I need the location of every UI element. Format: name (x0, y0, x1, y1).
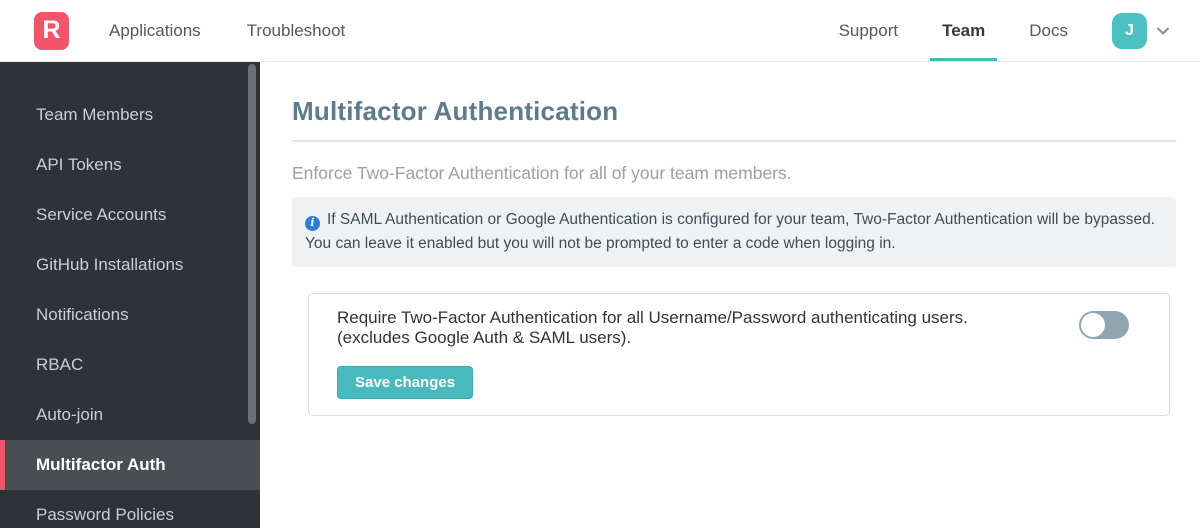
nav-link-applications[interactable]: Applications (109, 21, 201, 41)
setting-card: Require Two-Factor Authentication for al… (308, 293, 1170, 416)
nav-tab-team[interactable]: Team (930, 0, 998, 61)
settings-sidebar: Team Members API Tokens Service Accounts… (0, 62, 260, 528)
setting-label-line2: (excludes Google Auth & SAML users). (337, 328, 632, 347)
sidebar-item-rbac[interactable]: RBAC (0, 340, 260, 390)
chevron-down-icon (1154, 22, 1172, 40)
info-icon (305, 215, 320, 231)
sidebar-item-auto-join[interactable]: Auto-join (0, 390, 260, 440)
secondary-nav: Support Team Docs J (839, 0, 1172, 61)
primary-nav: Applications Troubleshoot (109, 21, 345, 41)
rollbar-logo[interactable]: R (34, 11, 69, 50)
sidebar-menu: Team Members API Tokens Service Accounts… (0, 90, 260, 528)
page-description: Enforce Two-Factor Authentication for al… (292, 163, 792, 183)
top-navbar: R Applications Troubleshoot Support Team… (0, 0, 1200, 62)
sidebar-item-service-accounts[interactable]: Service Accounts (0, 190, 260, 240)
sidebar-item-github-installations[interactable]: GitHub Installations (0, 240, 260, 290)
page-title: Multifactor Authentication (292, 96, 619, 126)
nav-link-docs[interactable]: Docs (1029, 0, 1068, 61)
sidebar-item-notifications[interactable]: Notifications (0, 290, 260, 340)
page-layout: Team Members API Tokens Service Accounts… (0, 62, 1200, 528)
info-banner: If SAML Authentication or Google Authent… (292, 197, 1176, 267)
nav-link-support[interactable]: Support (839, 0, 899, 61)
sidebar-item-api-tokens[interactable]: API Tokens (0, 140, 260, 190)
save-changes-button[interactable]: Save changes (337, 366, 474, 399)
sidebar-item-team-members[interactable]: Team Members (0, 90, 260, 140)
setting-label: Require Two-Factor Authentication for al… (337, 308, 1097, 348)
logo-letter: R (42, 16, 61, 44)
sidebar-item-password-policies[interactable]: Password Policies (0, 490, 260, 528)
user-menu[interactable]: J (1112, 0, 1172, 61)
sidebar-item-multifactor-auth[interactable]: Multifactor Auth (0, 440, 260, 490)
info-banner-text: If SAML Authentication or Google Authent… (305, 211, 1155, 252)
setting-label-line1: Require Two-Factor Authentication for al… (337, 308, 968, 327)
user-avatar: J (1112, 12, 1147, 49)
sidebar-scrollbar[interactable] (248, 64, 256, 424)
avatar-initial: J (1125, 21, 1134, 39)
toggle-knob (1081, 313, 1105, 337)
two-factor-toggle[interactable] (1079, 311, 1129, 339)
nav-link-troubleshoot[interactable]: Troubleshoot (247, 21, 346, 41)
title-divider (292, 140, 1176, 142)
main-content: Multifactor Authentication Enforce Two-F… (260, 62, 1200, 528)
